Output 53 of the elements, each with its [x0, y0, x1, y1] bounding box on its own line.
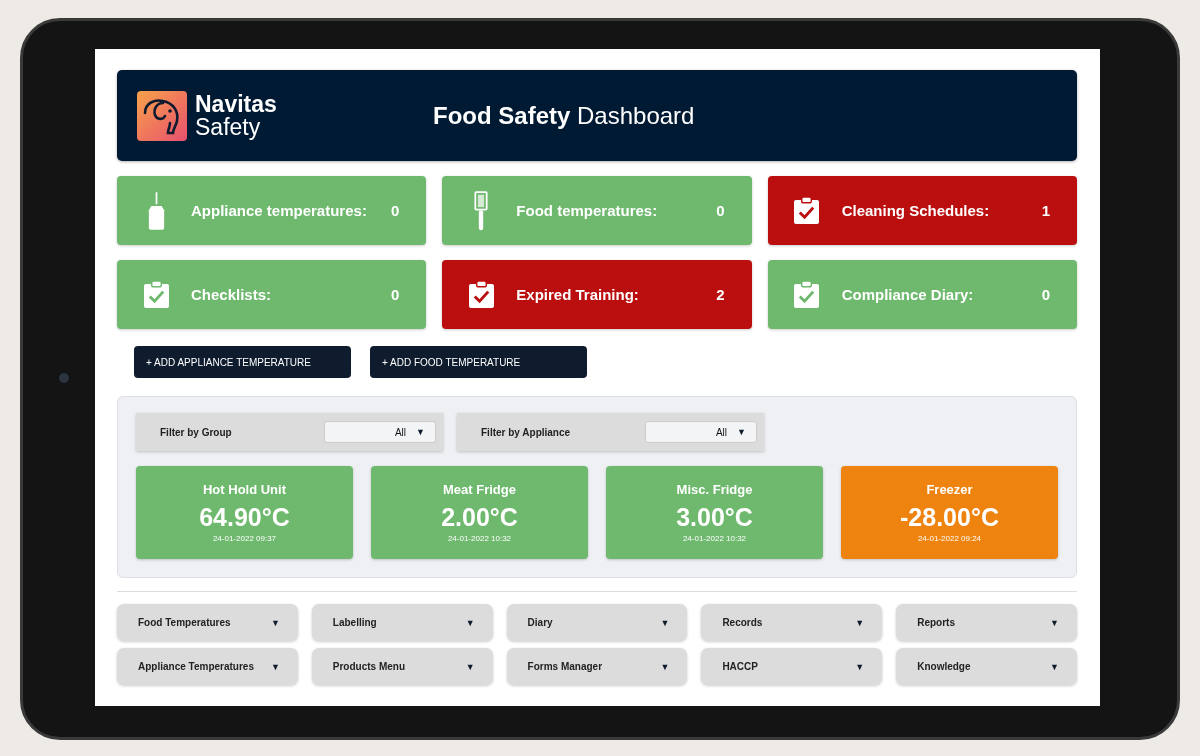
reading-time: 24-01-2022 10:32	[682, 534, 747, 543]
reading-time: 24-01-2022 09:24	[917, 534, 982, 543]
clipboard-check-icon	[794, 281, 820, 308]
menu-dropdown[interactable]: Forms Manager ▼	[506, 648, 688, 685]
thermometer-icon	[474, 188, 489, 233]
add-temperature-button[interactable]: + ADD FOOD TEMPERATURE	[370, 346, 587, 378]
card-count: 0	[716, 202, 725, 219]
card-count: 1	[1041, 202, 1050, 219]
menu-dropdown[interactable]: Products Menu ▼	[311, 648, 493, 685]
card-label: Food temperatures:	[516, 202, 659, 219]
card-count: 0	[391, 202, 400, 219]
temperature-reading: 64.90°C	[199, 503, 290, 532]
filter-label: Filter by Group	[160, 426, 232, 438]
temperature-reading: 2.00°C	[441, 503, 518, 532]
card-label: Appliance temperatures:	[191, 202, 368, 219]
clipboard-check-icon	[794, 197, 820, 224]
dashboard-title: Food Safety Dashboard	[433, 101, 695, 130]
menu-dropdown[interactable]: Labelling ▼	[311, 604, 493, 641]
summary-card[interactable]: Cleaning Schedules: 1	[767, 176, 1077, 245]
menu-dropdown[interactable]: Knowledge ▼	[896, 648, 1077, 685]
card-label: Cleaning Schedules:	[841, 202, 991, 219]
probe-icon	[147, 190, 165, 231]
card-label: Compliance Diary:	[841, 286, 975, 303]
add-temperature-button[interactable]: + ADD APPLIANCE TEMPERATURE	[134, 346, 351, 378]
menu-dropdown[interactable]: Records ▼	[701, 604, 883, 641]
filter-dropdown[interactable]: All ▼	[324, 421, 436, 443]
menu-dropdown[interactable]: Diary ▼	[506, 604, 688, 641]
elephant-logo-icon	[137, 90, 187, 141]
card-label: Expired Training:	[516, 286, 640, 303]
appliance-name: Hot Hold Unit	[202, 482, 286, 497]
brand-name: Navitas	[195, 92, 277, 116]
appliance-name: Freezer	[926, 482, 973, 497]
appliance-name: Misc. Fridge	[676, 482, 753, 497]
summary-card[interactable]: Expired Training: 2	[442, 260, 752, 329]
clipboard-check-icon	[468, 281, 494, 308]
card-count: 0	[1041, 286, 1050, 303]
menu-dropdown[interactable]: Reports ▼	[896, 604, 1077, 641]
filter-dropdown[interactable]: All ▼	[645, 421, 757, 443]
temperature-reading: -28.00°C	[900, 503, 999, 532]
temperature-reading: 3.00°C	[676, 503, 753, 532]
card-label: Checklists:	[191, 286, 273, 303]
menu-dropdown[interactable]: HACCP ▼	[701, 648, 883, 685]
clipboard-check-icon	[143, 281, 169, 308]
reading-time: 24-01-2022 10:32	[447, 534, 512, 543]
filter-label: Filter by Appliance	[481, 426, 571, 438]
appliance-name: Meat Fridge	[443, 482, 516, 497]
reading-time: 24-01-2022 09:37	[212, 534, 277, 543]
camera-dot	[59, 373, 69, 383]
menu-dropdown[interactable]: Food Temperatures ▼	[117, 604, 298, 641]
card-count: 0	[391, 286, 400, 303]
menu-dropdown[interactable]: Appliance Temperatures ▼	[117, 648, 298, 685]
card-count: 2	[716, 286, 725, 303]
brand-subname: Safety	[195, 115, 262, 139]
